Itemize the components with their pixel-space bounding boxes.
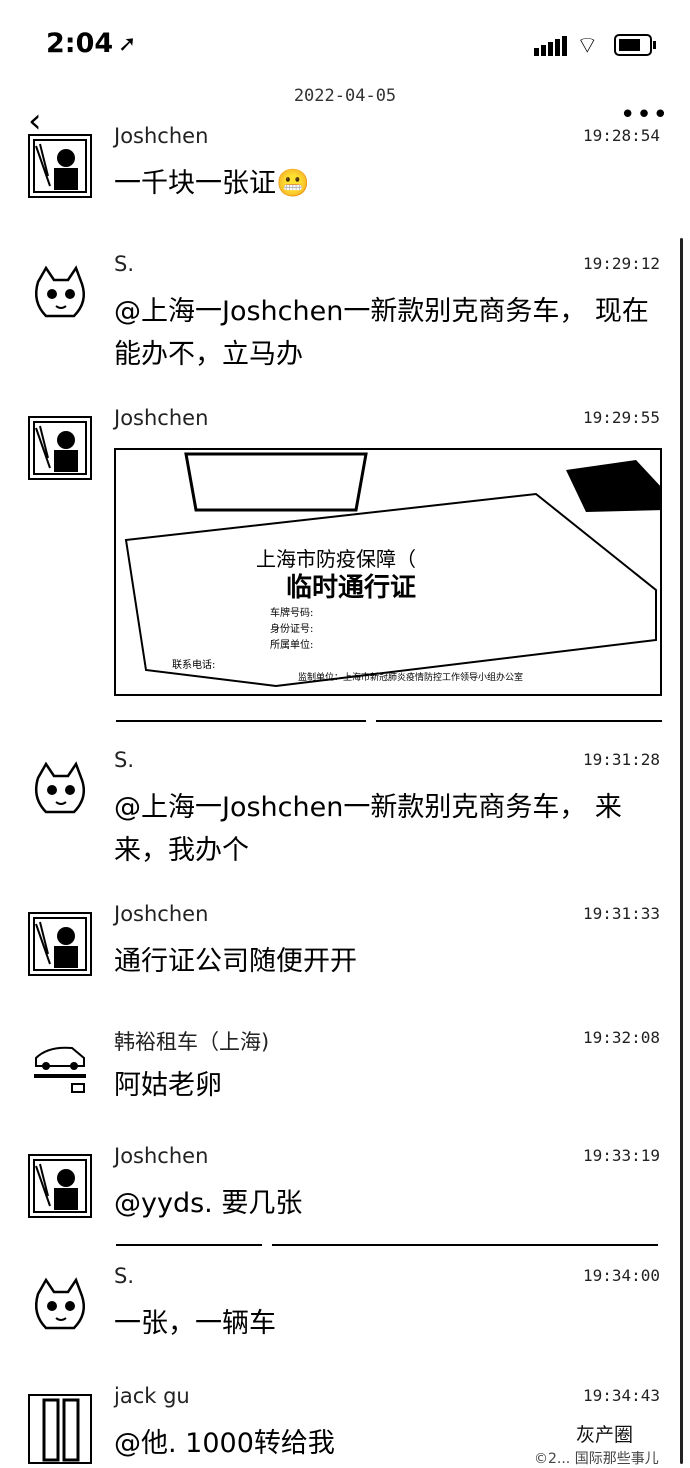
sender-name: S. [114,1264,135,1288]
message-time: 19:29:55 [582,408,660,427]
cartoon-cat-avatar[interactable] [28,1274,92,1338]
wifi-icon: ⌔ [576,31,599,59]
sender-name: jack gu [114,1384,190,1408]
sender-name: Joshchen [114,406,209,430]
message-time: 19:34:00 [582,1266,660,1285]
scrollbar[interactable] [680,238,683,1464]
message-time: 19:31:33 [582,904,660,923]
message-time: 19:34:43 [582,1386,660,1405]
chat-date: 2022-04-05 [293,86,397,106]
sender-name: S. [114,252,135,276]
message-text: 阿姑老卵 [114,1070,222,1101]
message-time: 19:33:19 [582,1146,660,1165]
message-text: 通行证公司随便开开 [114,946,357,977]
cartoon-cat-avatar[interactable] [28,262,92,326]
message-text: 一千块一张证😬 [114,168,310,199]
chevron-left-icon[interactable]: ‹ [28,104,42,138]
message-time: 19:29:12 [582,254,660,273]
pass-issuer: 监制单位：上海市新冠肺炎疫情防控工作领导小组办公室 [298,671,523,683]
sender-name: 韩裕租车（上海) [114,1030,270,1054]
pass-title: 上海市防疫保障（ [256,547,416,571]
message-time: 19:32:08 [582,1028,660,1047]
pass-field: 车牌号码: [270,606,313,619]
cartoon-cat-avatar[interactable] [28,758,92,822]
pass-field: 所属单位: [270,638,313,651]
cellular-signal-icon [534,36,568,56]
battery-icon [614,34,656,56]
message-text: 一张，一辆车 [114,1308,276,1339]
sender-name: Joshchen [114,902,209,926]
divider [376,720,662,722]
pass-subtitle: 临时通行证 [286,572,416,603]
message-text: @上海一Joshchen一新款别克商务车， 来来，我办个 [114,792,622,866]
pass-field: 身份证号: [270,622,313,635]
message-time: 19:28:54 [582,126,660,145]
status-time: 2:04 [46,28,114,59]
message-text: @yyds. 要几张 [114,1188,303,1219]
pass-phone-label: 联系电话: [172,658,215,671]
divider [116,1244,262,1246]
man-sunglasses-avatar[interactable] [28,134,92,198]
sender-name: S. [114,748,135,772]
sender-name: Joshchen [114,124,209,148]
rental-car-logo-avatar[interactable] [28,1036,92,1100]
man-sunglasses-avatar[interactable] [28,416,92,480]
location-arrow-icon: ➚ [118,32,137,57]
watermark-sub: ©2... 国际那些事儿 [534,1451,659,1467]
message-text: @上海一Joshchen一新款别克商务车， 现在能办不，立马办 [114,296,649,370]
door-avatar[interactable] [28,1394,92,1464]
divider [272,1244,658,1246]
pass-photo[interactable]: 上海市防疫保障（ 临时通行证 车牌号码: 身份证号: 所属单位: 联系电话: 监… [114,448,662,696]
watermark-brand: 灰产圈 [576,1424,634,1446]
sender-name: Joshchen [114,1144,209,1168]
divider [116,720,366,722]
man-sunglasses-avatar[interactable] [28,1154,92,1218]
man-sunglasses-avatar[interactable] [28,912,92,976]
message-time: 19:31:28 [582,750,660,769]
